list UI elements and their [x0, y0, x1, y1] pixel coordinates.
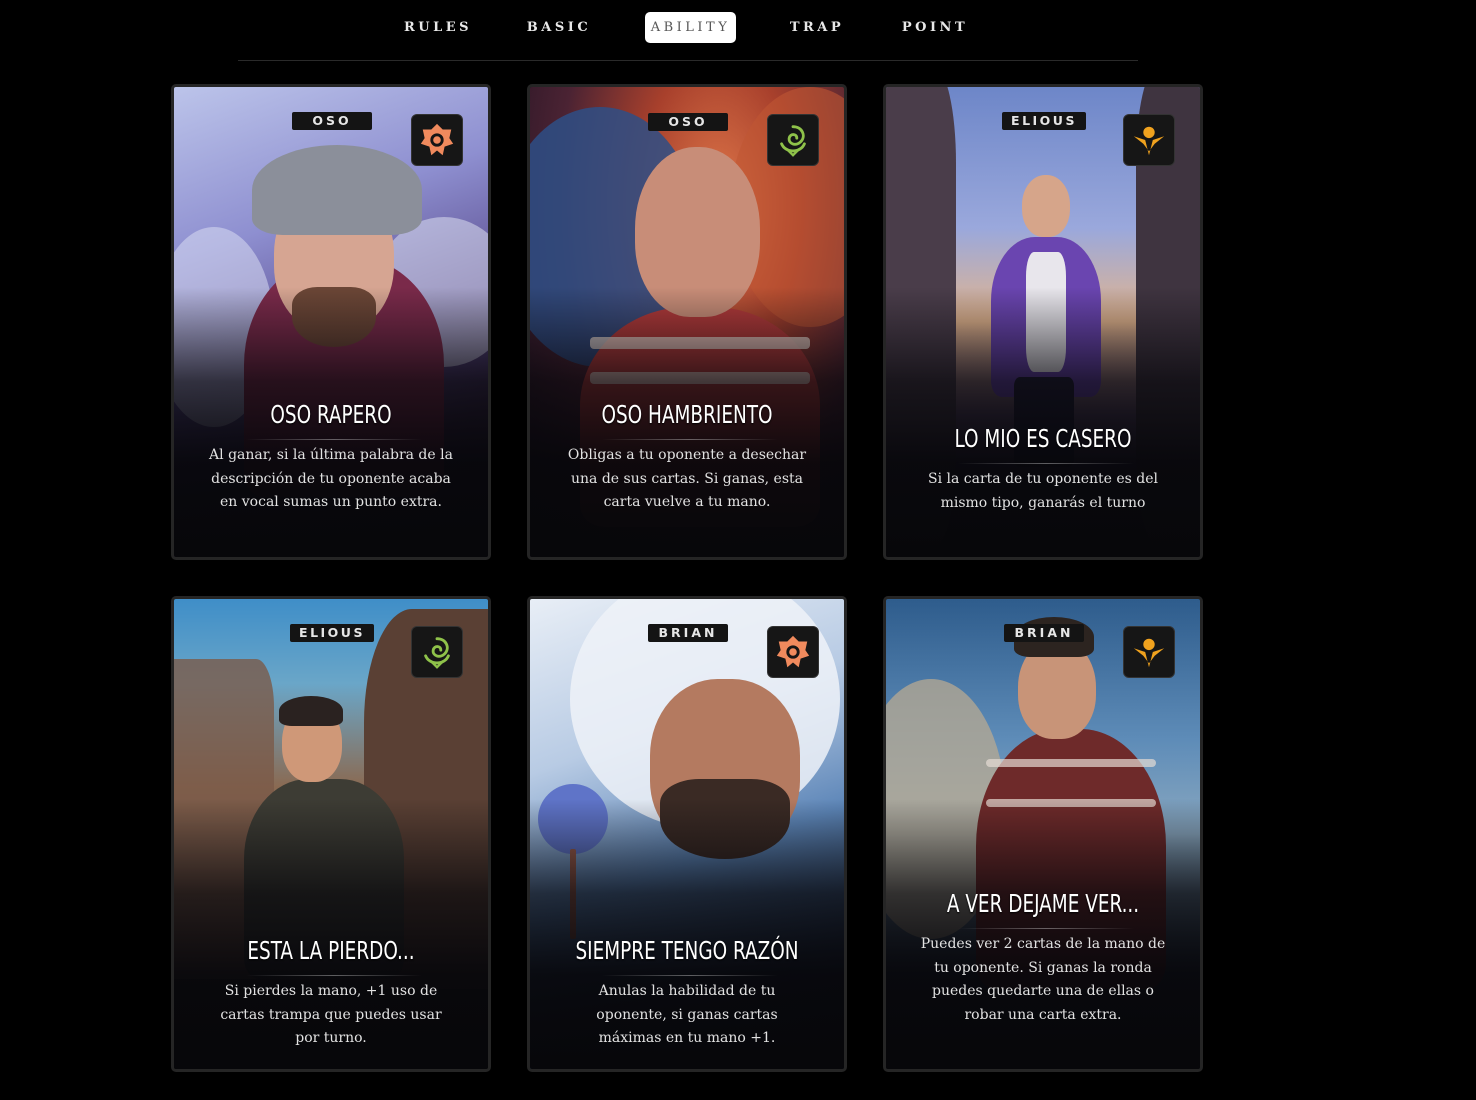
rose-shield-icon	[420, 123, 454, 156]
ability-nav-bar: RULES BASIC ABILITY TRAP POINT	[238, 0, 1138, 61]
sun-wings-icon	[1133, 638, 1165, 668]
card-title: ESTA LA PIERDO...	[247, 936, 415, 965]
ability-card[interactable]: BRIAN A VER DEJAME VER... Puedes ver 2 c…	[883, 596, 1203, 1072]
card-type-icon	[767, 626, 819, 678]
ability-card[interactable]: ELIOUS ESTA LA PIERDO... Si pierdes la m…	[171, 596, 491, 1072]
card-title: OSO HAMBRIENTO	[601, 400, 773, 429]
card-gradient-overlay	[886, 287, 1200, 557]
nav-tab-basic[interactable]: BASIC	[522, 12, 596, 43]
card-type-icon	[411, 114, 463, 166]
title-divider	[246, 439, 422, 440]
card-title: SIEMPRE TENGO RAZÓN	[575, 936, 799, 965]
ability-card[interactable]: OSO OSO RAPERO Al ganar, si la última pa…	[171, 84, 491, 560]
ability-card[interactable]: BRIAN SIEMPRE TENGO RAZÓN Anulas la habi…	[527, 596, 847, 1072]
card-description: Anulas la habilidad de tu oponente, si g…	[596, 983, 778, 1046]
title-divider	[602, 975, 778, 976]
card-owner-tag: OSO	[292, 112, 372, 130]
nav-tab-point[interactable]: POINT	[898, 12, 972, 43]
title-divider	[602, 439, 778, 440]
card-type-icon	[1123, 114, 1175, 166]
card-owner-tag: BRIAN	[1004, 624, 1084, 642]
card-title: OSO RAPERO	[270, 400, 392, 429]
sun-wings-icon	[1133, 126, 1165, 156]
card-description: Puedes ver 2 cartas de la mano de tu opo…	[920, 936, 1166, 1023]
ability-card[interactable]: ELIOUS LO MIO ES CASERO Si la carta de t…	[883, 84, 1203, 560]
card-title: LO MIO ES CASERO	[954, 424, 1132, 453]
title-divider	[958, 463, 1134, 464]
nav-tab-rules[interactable]: RULES	[400, 12, 476, 43]
card-description: Si pierdes la mano, +1 uso de cartas tra…	[220, 983, 442, 1046]
card-title: A VER DEJAME VER...	[946, 889, 1140, 918]
rose-shield-icon	[776, 635, 810, 668]
card-type-icon	[1123, 626, 1175, 678]
card-type-icon	[767, 114, 819, 166]
card-type-icon	[411, 626, 463, 678]
card-description: Al ganar, si la última palabra de la des…	[209, 447, 453, 510]
card-owner-tag: OSO	[648, 113, 728, 131]
card-owner-tag: ELIOUS	[290, 624, 374, 642]
card-description: Si la carta de tu oponente es del mismo …	[927, 471, 1159, 511]
card-owner-tag: BRIAN	[648, 624, 728, 642]
ability-card[interactable]: OSO OSO HAMBRIENTO Obligas a tu oponente…	[527, 84, 847, 560]
card-description: Obligas a tu oponente a desechar una de …	[567, 447, 807, 510]
nav-tab-trap[interactable]: TRAP	[784, 12, 850, 43]
spiral-leaf-icon	[780, 125, 806, 157]
card-owner-tag: ELIOUS	[1002, 112, 1086, 130]
spiral-leaf-icon	[424, 637, 450, 669]
title-divider	[246, 975, 422, 976]
nav-tab-ability[interactable]: ABILITY	[645, 12, 736, 43]
title-divider	[958, 928, 1134, 929]
